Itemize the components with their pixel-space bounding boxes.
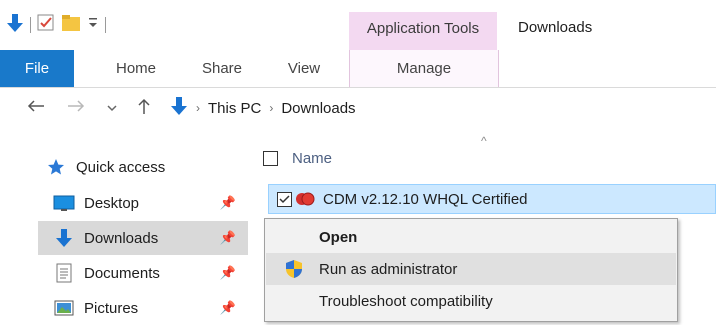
downloads-icon: [52, 228, 76, 248]
context-group-label: Application Tools: [366, 20, 480, 37]
column-name-label: Name: [292, 149, 333, 167]
address-bar[interactable]: › This PC › Downloads: [170, 94, 716, 122]
forward-arrow-icon: [67, 99, 85, 118]
window-title: Downloads: [518, 19, 593, 36]
context-menu: Open Run as administrator Troubleshoot c…: [264, 218, 678, 322]
pin-icon[interactable]: 📌: [220, 300, 236, 316]
recent-locations-button[interactable]: [104, 96, 120, 120]
breadcrumb-downloads[interactable]: Downloads: [281, 100, 355, 117]
menu-item-troubleshoot-compatibility[interactable]: Troubleshoot compatibility: [266, 285, 676, 317]
tab-share[interactable]: Share: [186, 50, 258, 87]
desktop-icon: [52, 193, 76, 213]
chevron-down-icon: [107, 99, 117, 117]
back-button[interactable]: [24, 96, 48, 120]
nav-item-documents[interactable]: Documents 📌: [38, 256, 248, 290]
documents-icon: [52, 263, 76, 283]
uac-shield-icon: [284, 259, 304, 283]
quick-access-toolbar: [6, 12, 106, 38]
nav-item-desktop[interactable]: Desktop 📌: [38, 186, 248, 220]
menu-item-label: Open: [319, 228, 358, 246]
select-all-checkbox[interactable]: [263, 150, 278, 166]
pin-icon[interactable]: 📌: [220, 265, 236, 281]
pin-icon[interactable]: 📌: [220, 230, 236, 246]
column-header-name[interactable]: Name: [262, 142, 716, 174]
new-folder-icon[interactable]: [61, 14, 81, 37]
properties-checkbox-icon[interactable]: [37, 14, 55, 37]
menu-item-label: Troubleshoot compatibility: [319, 292, 493, 310]
back-arrow-icon: [27, 99, 45, 118]
up-button[interactable]: [134, 96, 154, 120]
nav-item-label: Downloads: [84, 229, 159, 247]
menu-item-open[interactable]: Open: [266, 221, 676, 253]
tab-home[interactable]: Home: [100, 50, 172, 87]
toolbar-separator: [105, 17, 106, 33]
forward-button[interactable]: [64, 96, 88, 120]
file-row[interactable]: CDM v2.12.10 WHQL Certified: [268, 184, 716, 214]
nav-item-label: Desktop: [84, 194, 140, 212]
customize-dropdown-icon[interactable]: [87, 16, 99, 35]
nav-item-downloads[interactable]: Downloads 📌: [38, 221, 248, 255]
breadcrumb-this-pc[interactable]: This PC: [208, 100, 261, 117]
toolbar-separator: [30, 17, 31, 33]
tab-file[interactable]: File: [0, 50, 74, 87]
tab-view[interactable]: View: [268, 50, 340, 87]
breadcrumb-chevron-icon: ›: [196, 101, 200, 115]
tab-manage[interactable]: Manage: [349, 50, 499, 87]
down-arrow-icon[interactable]: [6, 13, 24, 38]
menu-item-run-as-administrator[interactable]: Run as administrator: [266, 253, 676, 285]
nav-quick-access[interactable]: Quick access: [38, 150, 248, 184]
file-row-checkbox[interactable]: [277, 191, 292, 207]
star-icon: [44, 157, 68, 177]
pin-icon[interactable]: 📌: [220, 195, 236, 211]
pictures-icon: [52, 298, 76, 318]
menu-item-label: Run as administrator: [319, 260, 458, 278]
up-arrow-icon: [137, 97, 151, 120]
nav-item-label: Pictures: [84, 299, 139, 317]
nav-quick-access-label: Quick access: [76, 158, 166, 176]
nav-item-label: Documents: [84, 264, 160, 282]
file-name: CDM v2.12.10 WHQL Certified: [323, 190, 528, 208]
downloads-location-icon: [170, 96, 188, 120]
cdm-setup-icon: [295, 191, 317, 207]
breadcrumb-chevron-icon: ›: [269, 101, 274, 115]
